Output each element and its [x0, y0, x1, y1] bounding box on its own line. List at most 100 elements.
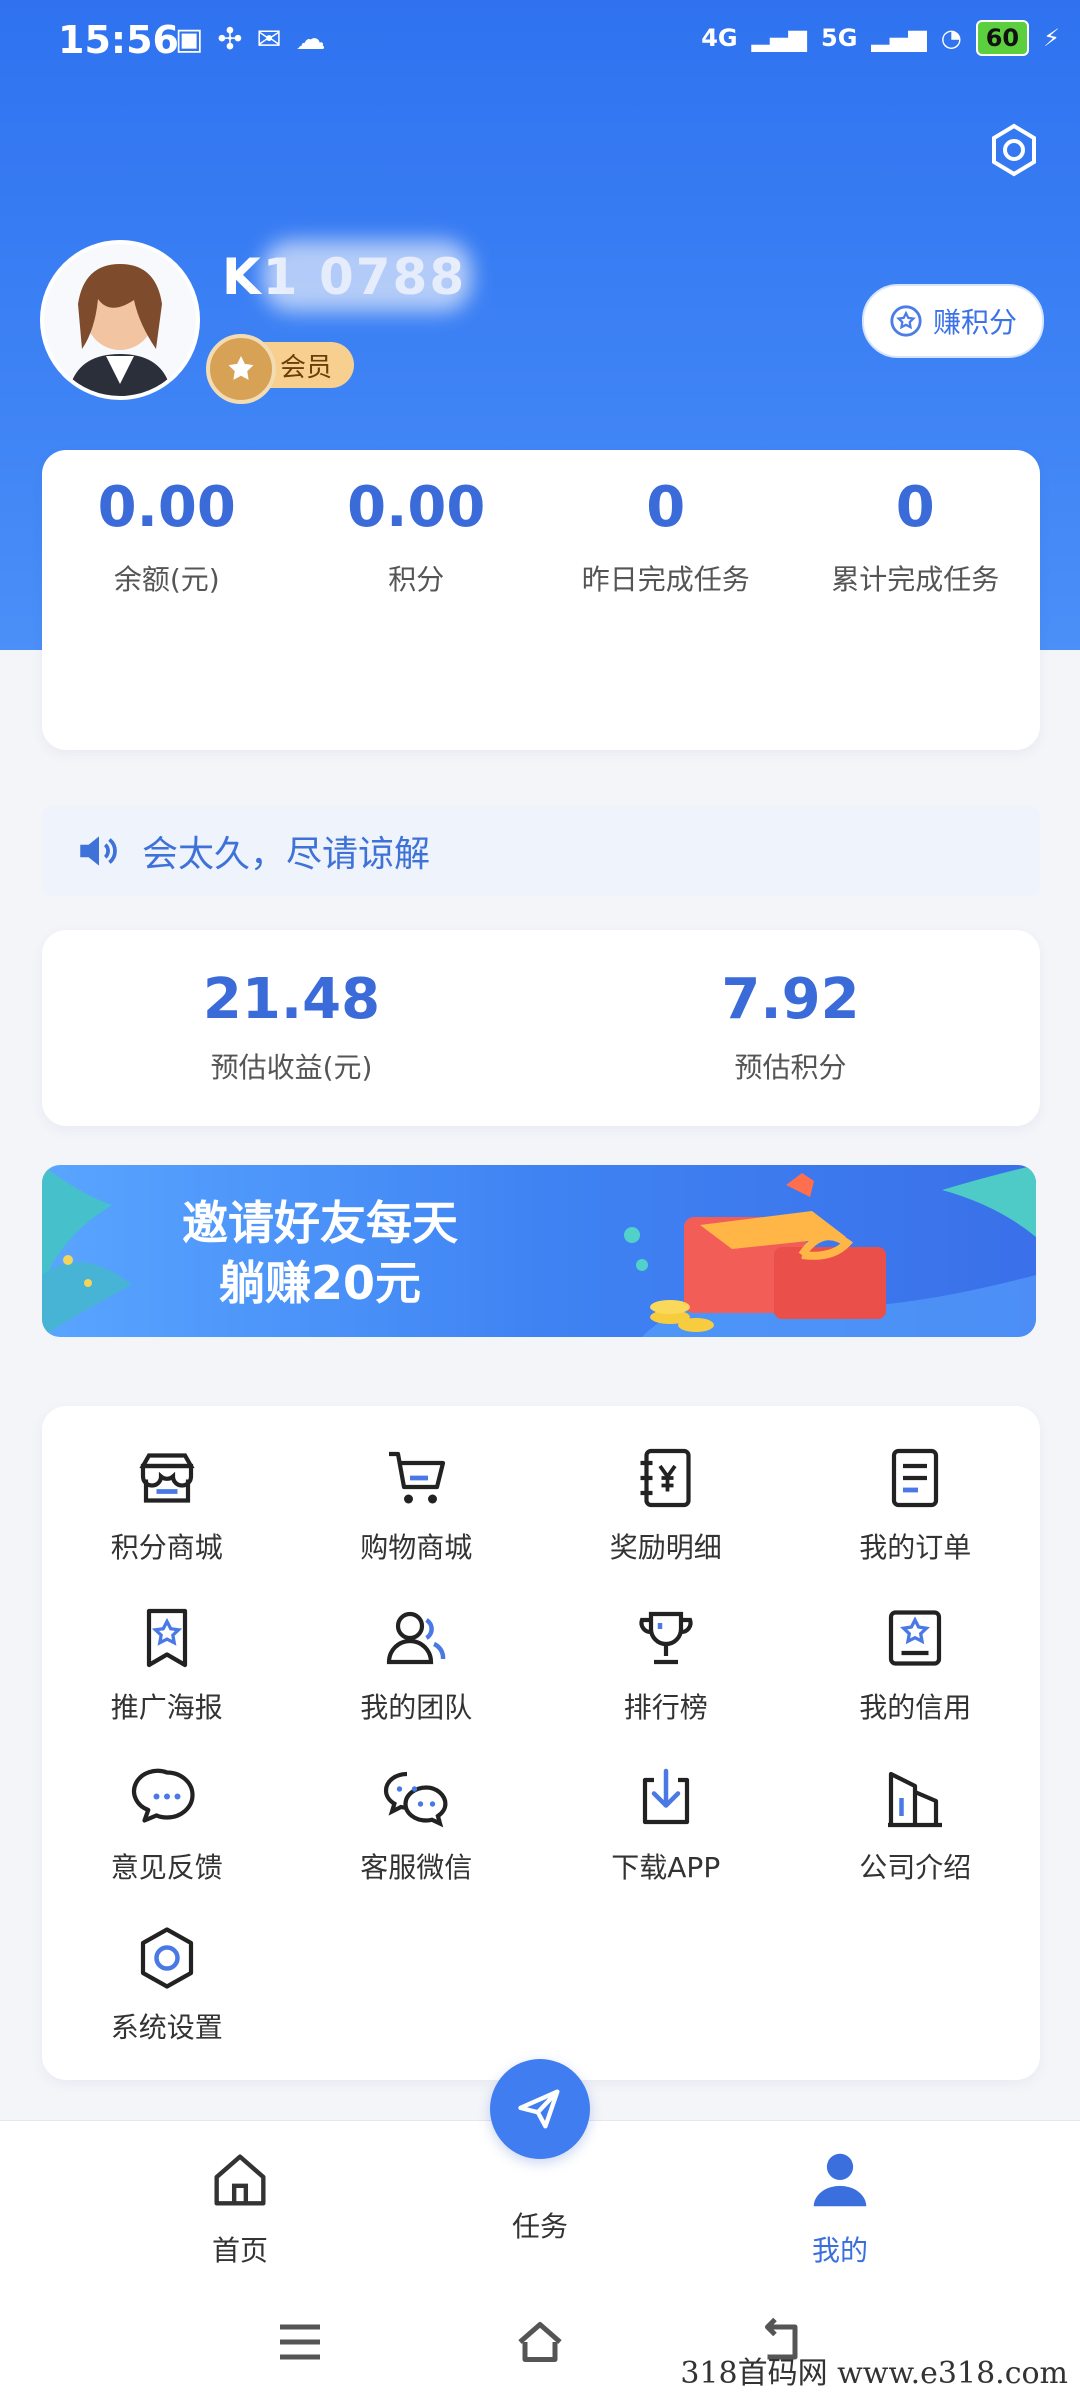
estimate-points[interactable]: 7.92 预估积分: [541, 972, 1040, 1086]
stat-balance[interactable]: 0.00 余额(元): [42, 480, 292, 598]
estimate-grid: 21.48 预估收益(元) 7.92 预估积分: [42, 972, 1040, 1086]
menu-label: 公司介绍: [859, 1851, 972, 1884]
estimate-value: 21.48: [202, 967, 381, 1032]
menu-item-my-credit[interactable]: 我的信用: [791, 1602, 1041, 1726]
earn-points-label: 赚积分: [932, 306, 1017, 339]
menu-label: 下载APP: [611, 1851, 721, 1884]
team-icon: [387, 1611, 446, 1665]
menu-label: 奖励明细: [609, 1531, 722, 1564]
stats-grid: 0.00 余额(元) 0.00 积分 0 昨日完成任务 0 累计完成任务: [42, 480, 1040, 598]
stat-total-tasks[interactable]: 0 累计完成任务: [791, 480, 1041, 598]
stat-label: 积分: [388, 563, 445, 596]
stat-label: 累计完成任务: [831, 563, 1000, 596]
home-icon: [214, 2154, 266, 2206]
feedback-icon: [131, 1768, 195, 1823]
charging-icon: ⚡: [1043, 24, 1060, 52]
stat-value: 0.00: [97, 475, 236, 540]
banner-line-2: 躺赚20元: [218, 1256, 421, 1310]
app-notification-icon: ▣: [175, 22, 204, 57]
status-time: 15:56: [58, 18, 179, 62]
bottom-navigation: 首页 任务 我的: [0, 2059, 1080, 2281]
stat-value: 0: [895, 475, 935, 540]
settings-icon[interactable]: [984, 120, 1044, 180]
user-icon: [813, 2153, 867, 2207]
speaker-icon: [80, 836, 117, 866]
task-fab[interactable]: [490, 2059, 590, 2159]
wechat-icon: [384, 1771, 448, 1828]
menu-item-points-store[interactable]: 积分商城: [42, 1442, 292, 1566]
menu-item-promo-poster[interactable]: 推广海报: [42, 1602, 292, 1726]
nav-mine[interactable]: 我的: [750, 2145, 930, 2269]
network-5g: 5G: [821, 24, 858, 52]
watermark: 318首码网 www.e318.com: [680, 2356, 1068, 2391]
status-system-icons: 4G ▂▄▆ 5G ▂▄▆ ◔ 60 ⚡: [701, 20, 1060, 56]
poster-icon: [146, 1608, 187, 1668]
trophy-icon: [639, 1611, 693, 1665]
banner-line-1: 邀请好友每天: [182, 1196, 458, 1250]
company-icon: [888, 1771, 943, 1828]
credit-icon: [889, 1610, 942, 1666]
estimate-income[interactable]: 21.48 预估收益(元): [42, 972, 541, 1086]
stat-label: 昨日完成任务: [581, 563, 750, 596]
menu-item-reward-detail[interactable]: 奖励明细: [541, 1442, 791, 1566]
notice-text: 会太久，尽请谅解: [142, 834, 431, 875]
menu-item-download-app[interactable]: 下载APP: [541, 1762, 791, 1886]
menu-label: 我的订单: [859, 1531, 972, 1564]
menu-item-wechat-support[interactable]: 客服微信: [292, 1762, 542, 1886]
invite-banner[interactable]: 邀请好友每天 躺赚20元: [42, 1165, 1036, 1337]
store-icon: [139, 1453, 195, 1503]
notice-bar[interactable]: 会太久，尽请谅解: [42, 806, 1040, 896]
network-4g: 4G: [701, 24, 738, 52]
member-star-icon: [206, 334, 276, 404]
paper-plane-icon: [518, 2089, 560, 2129]
signal-icon: ▂▄▆: [751, 24, 807, 52]
nav-label: 首页: [211, 2234, 268, 2267]
avatar[interactable]: [40, 240, 200, 400]
stat-value: 0: [646, 475, 686, 540]
menu-item-my-team[interactable]: 我的团队: [292, 1602, 542, 1726]
settings-icon: [140, 1927, 193, 1989]
menu-label: 意见反馈: [110, 1851, 223, 1884]
nav-label: 我的: [811, 2234, 868, 2267]
menu-label: 推广海报: [110, 1691, 223, 1724]
menu-item-my-orders[interactable]: 我的订单: [791, 1442, 1041, 1566]
username-redaction-blur: [262, 240, 472, 312]
stat-yesterday-tasks[interactable]: 0 昨日完成任务: [541, 480, 791, 598]
feature-menu-grid: 积分商城 购物商城 奖励明细 我的订单 推广海报 我的团队 排行榜 我的信用 意…: [42, 1442, 1040, 2046]
mail-icon: ✉: [256, 22, 282, 57]
member-label: 会员: [280, 352, 333, 383]
menu-item-company-intro[interactable]: 公司介绍: [791, 1762, 1041, 1886]
stat-label: 余额(元): [113, 563, 220, 596]
fan-icon: ✣: [217, 22, 243, 57]
earn-points-button[interactable]: 赚积分: [862, 284, 1044, 358]
estimate-value: 7.92: [721, 967, 860, 1032]
avatar-image: [44, 244, 196, 396]
menu-label: 排行榜: [623, 1691, 708, 1724]
menu-item-leaderboard[interactable]: 排行榜: [541, 1602, 791, 1726]
stat-points[interactable]: 0.00 积分: [292, 480, 542, 598]
nav-task[interactable]: 任务: [450, 2195, 630, 2245]
banner-text: 邀请好友每天 躺赚20元: [182, 1193, 458, 1313]
estimate-card: 21.48 预估收益(元) 7.92 预估积分: [42, 930, 1040, 1126]
menu-icon[interactable]: [270, 2312, 330, 2372]
menu-label: 我的信用: [859, 1691, 972, 1724]
nav-home[interactable]: 首页: [150, 2145, 330, 2269]
cart-icon: [389, 1451, 446, 1504]
menu-item-shopping-mall[interactable]: 购物商城: [292, 1442, 542, 1566]
battery-level: 60: [975, 20, 1030, 56]
feature-menu-card: 积分商城 购物商城 奖励明细 我的订单 推广海报 我的团队 排行榜 我的信用 意…: [42, 1406, 1040, 2080]
wifi-icon: ◔: [940, 24, 962, 52]
nav-label: 任务: [511, 2210, 568, 2243]
cloud-icon: ☁: [295, 22, 326, 57]
status-notification-icons: ▣ ✣ ✉ ☁: [175, 22, 326, 57]
reward-detail-icon: [640, 1448, 691, 1508]
menu-label: 购物商城: [360, 1531, 473, 1564]
menu-label: 客服微信: [360, 1851, 473, 1884]
menu-label: 我的团队: [360, 1691, 473, 1724]
stat-value: 0.00: [347, 475, 486, 540]
estimate-label: 预估积分: [734, 1051, 847, 1084]
menu-item-system-settings[interactable]: 系统设置: [42, 1922, 292, 2046]
menu-item-feedback[interactable]: 意见反馈: [42, 1762, 292, 1886]
account-stats-card: 0.00 余额(元) 0.00 积分 0 昨日完成任务 0 累计完成任务: [42, 450, 1040, 750]
home-icon[interactable]: [510, 2312, 570, 2372]
